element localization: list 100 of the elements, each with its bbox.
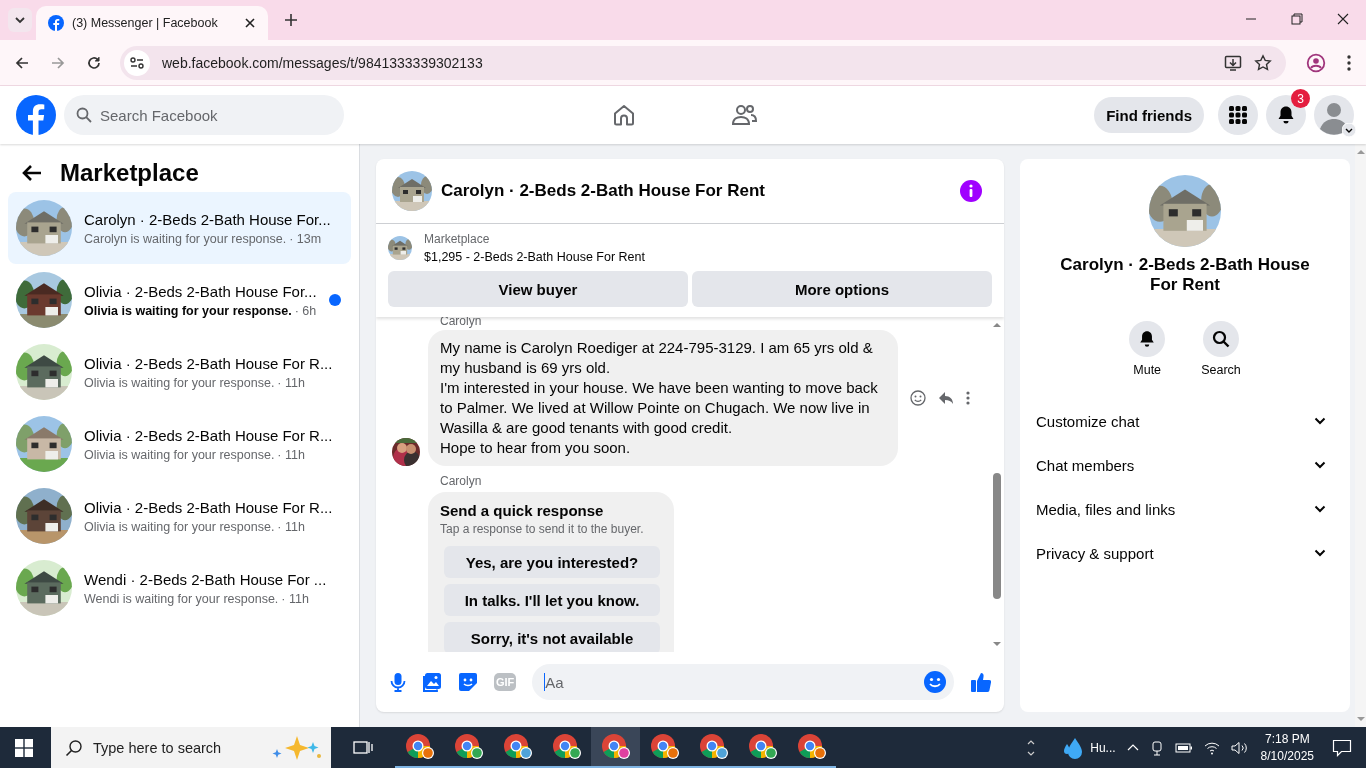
- conversation-title: Wendi · 2-Beds 2-Bath House For ...: [84, 570, 328, 588]
- chevron-down-icon: [1314, 417, 1326, 425]
- details-section[interactable]: Customize chat: [1036, 399, 1334, 443]
- message-time: · 11h: [277, 375, 305, 390]
- taskbar-search-field[interactable]: Type here to search: [51, 727, 331, 768]
- browser-icon: [502, 732, 533, 761]
- back-icon[interactable]: [14, 54, 30, 71]
- sender-name: Carolyn: [440, 317, 483, 328]
- battery-icon[interactable]: [1174, 741, 1193, 754]
- message-preview: Olivia is waiting for your response.: [84, 303, 292, 318]
- account-button[interactable]: [1314, 95, 1354, 135]
- scroll-down-icon[interactable]: [991, 640, 1002, 648]
- message-input[interactable]: Aa: [532, 664, 954, 700]
- site-settings-icon[interactable]: [124, 49, 150, 76]
- volume-icon[interactable]: [1230, 740, 1249, 755]
- quick-response-button[interactable]: Sorry, it's not available: [444, 622, 660, 652]
- message-preview: Olivia is waiting for your response.: [84, 375, 275, 390]
- thumbs-up-icon[interactable]: [970, 671, 992, 693]
- conversation-item[interactable]: Olivia · 2-Beds 2-Bath House For R... Olivia is waiting for your response. · 11h: [8, 480, 351, 552]
- browser-icon: [551, 732, 582, 761]
- message-preview: Olivia is waiting for your response.: [84, 447, 275, 462]
- emoji-icon[interactable]: [924, 671, 946, 693]
- conversation-item[interactable]: Olivia · 2-Beds 2-Bath House For R... Olivia is waiting for your response. · 11h: [8, 336, 351, 408]
- task-view-icon[interactable]: [353, 738, 373, 757]
- microphone-icon[interactable]: [390, 672, 406, 692]
- home-icon[interactable]: [612, 103, 636, 127]
- forward-icon[interactable]: [50, 54, 66, 71]
- message-placeholder: Aa: [545, 673, 564, 691]
- search-icon: [76, 107, 92, 123]
- search-button[interactable]: [1203, 321, 1239, 357]
- mute-button[interactable]: [1129, 321, 1166, 357]
- scroll-thumb[interactable]: [992, 473, 1001, 599]
- conversation-title: Carolyn · 2-Beds 2-Bath House For Rent: [1060, 255, 1310, 295]
- sidebar-title: Marketplace: [60, 159, 199, 187]
- more-icon[interactable]: [966, 390, 970, 406]
- message-time: · 11h: [277, 447, 305, 462]
- conversation-item[interactable]: Wendi · 2-Beds 2-Bath House For ... Wendi is waiting for your response. · 11h: [8, 552, 351, 624]
- grid-icon: [1229, 106, 1247, 124]
- apps-menu-button[interactable]: [1218, 95, 1258, 135]
- message-time: · 11h: [281, 591, 309, 606]
- conversation-title: Olivia · 2-Beds 2-Bath House For R...: [84, 426, 334, 444]
- conversation-title: Olivia · 2-Beds 2-Bath House For R...: [84, 354, 334, 372]
- scroll-up-icon[interactable]: [991, 321, 1002, 329]
- emoji-icon[interactable]: [910, 390, 926, 406]
- close-icon[interactable]: [1337, 13, 1349, 25]
- tab-title: (3) Messenger | Facebook: [72, 16, 219, 30]
- sticker-icon[interactable]: [458, 672, 478, 692]
- clock-time[interactable]: 7:18 PM: [1264, 732, 1310, 746]
- find-friends-button[interactable]: Find friends: [1094, 97, 1204, 133]
- notifications-button[interactable]: [1266, 95, 1306, 135]
- action-label: Search: [1201, 363, 1241, 377]
- camera-icon[interactable]: [1149, 739, 1164, 756]
- notification-icon[interactable]: [1332, 738, 1352, 757]
- chevron-down-icon: [1314, 549, 1326, 557]
- details-section[interactable]: Privacy & support: [1036, 531, 1334, 575]
- browser-taskbar-button[interactable]: [591, 727, 640, 768]
- new-tab-icon[interactable]: [284, 13, 298, 27]
- scroll-up-icon[interactable]: [1355, 148, 1366, 156]
- reply-icon[interactable]: [938, 390, 954, 406]
- reload-icon[interactable]: [86, 54, 102, 71]
- message-preview: Carolyn is waiting for your response.: [84, 231, 287, 246]
- facebook-logo-icon[interactable]: [16, 95, 56, 135]
- address-field[interactable]: web.facebook.com/messages/t/9841333339302133: [120, 45, 1286, 80]
- browser-tab[interactable]: (3) Messenger | Facebook: [36, 6, 268, 40]
- search-field[interactable]: Search Facebook: [64, 95, 344, 135]
- chevron-down-icon: [14, 14, 26, 26]
- close-icon[interactable]: [244, 17, 256, 29]
- more-options-button[interactable]: More options: [692, 271, 992, 307]
- profile-icon[interactable]: [1306, 52, 1326, 73]
- star-icon[interactable]: [1254, 53, 1272, 72]
- clock-date[interactable]: 8/10/2025: [1260, 749, 1314, 763]
- view-buyer-button[interactable]: View buyer: [388, 271, 688, 307]
- scrollbar[interactable]: [1355, 144, 1366, 727]
- conversation-title: Olivia · 2-Beds 2-Bath House For R...: [84, 498, 334, 516]
- browser-icon: [600, 732, 631, 761]
- quick-response-title: Send a quick response: [440, 502, 604, 519]
- conversation-item[interactable]: Olivia · 2-Beds 2-Bath House For... Olivia is waiting for your response. · 6h: [8, 264, 351, 336]
- quick-response-button[interactable]: Yes, are you interested?: [444, 546, 660, 578]
- friends-icon[interactable]: [731, 103, 757, 127]
- image-icon[interactable]: [422, 672, 442, 692]
- restore-icon[interactable]: [1291, 13, 1303, 25]
- message-preview: Olivia is waiting for your response.: [84, 519, 275, 534]
- tab-list-button[interactable]: [8, 8, 32, 32]
- conversation-item[interactable]: Olivia · 2-Beds 2-Bath House For R... Olivia is waiting for your response. · 11h: [8, 408, 351, 480]
- windows-start-icon[interactable]: [15, 738, 33, 757]
- details-section[interactable]: Chat members: [1036, 443, 1334, 487]
- scroll-down-icon[interactable]: [1355, 715, 1366, 723]
- back-arrow-icon[interactable]: [22, 164, 42, 182]
- conversation-item[interactable]: Carolyn · 2-Beds 2-Bath House For... Carolyn is waiting for your response. · 13m: [8, 192, 351, 264]
- browser-icon: [698, 732, 729, 761]
- message-bubble: My name is Carolyn Roediger at 224-795-3129. I am 65 yrs old & my husband is 69 yrs old. I'm interested in your house. We have been wanting to move back to Palmer. We lived at Willow Pointe on Chugach. We now live in Wasilla & are good tenants with good credit. Hope to hear from you soon.: [428, 330, 898, 466]
- wifi-icon[interactable]: [1203, 740, 1220, 755]
- menu-icon[interactable]: [1346, 53, 1352, 72]
- quick-response-button[interactable]: In talks. I'll let you know.: [444, 584, 660, 616]
- search-icon: [65, 738, 83, 757]
- install-app-icon[interactable]: [1224, 53, 1242, 72]
- facebook-logo-icon: [48, 15, 64, 31]
- weather-text[interactable]: Hu...: [1090, 740, 1116, 755]
- info-icon[interactable]: [960, 180, 982, 202]
- details-section[interactable]: Media, files and links: [1036, 487, 1334, 531]
